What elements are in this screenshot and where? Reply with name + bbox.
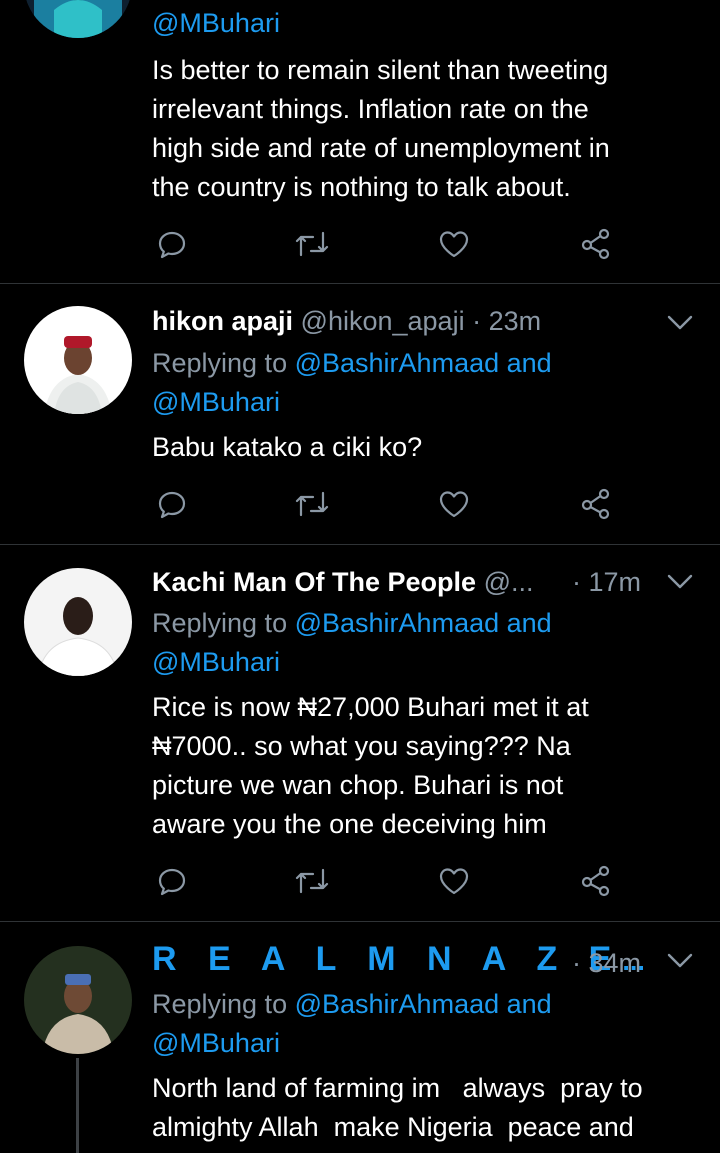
reply-icon[interactable] (152, 484, 192, 524)
chevron-down-icon[interactable] (664, 565, 696, 597)
tweet-text-line: Is better to remain silent than tweeting (152, 55, 609, 85)
tweet-text-line: aware you the one deceiving him (152, 809, 547, 839)
tweet-actions (152, 861, 622, 901)
timestamp[interactable]: · 17m (572, 565, 641, 599)
replying-to: Replying to @BashirAhmaad and (152, 346, 552, 380)
replying-mention-2[interactable]: @MBuhari (152, 645, 280, 679)
tweet-text: Rice is now ₦27,000 Buhari met it at ₦70… (152, 688, 697, 844)
avatar[interactable] (24, 946, 132, 1054)
handle[interactable]: @hikon_apaji (301, 306, 465, 336)
tweet-3[interactable]: R E A L M N A Z E... · 34m Replying to @… (0, 922, 720, 1153)
replying-mention-2[interactable]: @MBuhari (152, 1026, 280, 1060)
avatar[interactable] (24, 568, 132, 676)
replying-prefix: Replying to (152, 989, 288, 1019)
share-icon[interactable] (576, 861, 616, 901)
tweet-text: North land of farming im always pray to … (152, 1069, 697, 1147)
tweet-actions (152, 484, 622, 524)
tweet-text-line: high side and rate of unemployment in (152, 133, 610, 163)
replying-mentions[interactable]: @BashirAhmaad and (295, 348, 552, 378)
tweet-text-line: picture we wan chop. Buhari is not (152, 770, 564, 800)
tweet-0[interactable]: @MBuhari Is better to remain silent than… (0, 0, 720, 283)
tweet-text-line: the country is nothing to talk about. (152, 172, 571, 202)
tweet-1[interactable]: hikon apaji @hikon_apaji · 23m Replying … (0, 284, 720, 544)
replying-to: Replying to @BashirAhmaad and (152, 606, 552, 640)
handle[interactable]: @... (484, 567, 534, 597)
share-icon[interactable] (576, 484, 616, 524)
thread-line (76, 1058, 79, 1153)
retweet-icon[interactable] (292, 484, 332, 524)
reply-icon[interactable] (152, 861, 192, 901)
tweet-header: hikon apaji @hikon_apaji · 23m (152, 304, 700, 338)
tweet-text: Is better to remain silent than tweeting… (152, 51, 697, 207)
reply-icon[interactable] (152, 224, 192, 264)
avatar[interactable] (24, 0, 132, 38)
display-name[interactable]: Kachi Man Of The People (152, 567, 476, 597)
like-icon[interactable] (434, 224, 474, 264)
tweet-text-line: Rice is now ₦27,000 Buhari met it at (152, 692, 589, 722)
timestamp[interactable]: · 23m (472, 306, 541, 336)
tweet-text-line: ₦7000.. so what you saying??? Na (152, 731, 571, 761)
replying-prefix: Replying to (152, 608, 288, 638)
replying-mentions[interactable]: @BashirAhmaad and (295, 989, 552, 1019)
tweet-text: Babu katako a ciki ko? (152, 428, 697, 467)
tweet-text-line: almighty Allah make Nigeria peace and (152, 1112, 634, 1142)
tweet-header: Kachi Man Of The People @... · 17m (152, 565, 700, 599)
replying-prefix: Replying to (152, 348, 288, 378)
chevron-down-icon[interactable] (664, 944, 696, 976)
tweet-text-line: North land of farming im always pray to (152, 1073, 643, 1103)
share-icon[interactable] (576, 224, 616, 264)
tweet-2[interactable]: Kachi Man Of The People @... · 17m Reply… (0, 545, 720, 921)
tweet-text-line: Babu katako a ciki ko? (152, 432, 423, 462)
retweet-icon[interactable] (292, 861, 332, 901)
avatar[interactable] (24, 306, 132, 414)
display-name[interactable]: R E A L M N A Z E (152, 940, 622, 978)
chevron-down-icon[interactable] (664, 306, 696, 338)
replying-mentions[interactable]: @BashirAhmaad and (295, 608, 552, 638)
tweet-text-line: irrelevant things. Inflation rate on the (152, 94, 589, 124)
timestamp[interactable]: · 34m (572, 946, 641, 980)
replying-to: Replying to @BashirAhmaad and (152, 987, 552, 1021)
reply-mention[interactable]: @MBuhari (152, 6, 280, 40)
like-icon[interactable] (434, 484, 474, 524)
replying-mention-2[interactable]: @MBuhari (152, 385, 280, 419)
tweet-header: R E A L M N A Z E... · 34m (152, 942, 700, 978)
like-icon[interactable] (434, 861, 474, 901)
retweet-icon[interactable] (292, 224, 332, 264)
tweet-actions (152, 224, 622, 264)
display-name[interactable]: hikon apaji (152, 306, 293, 336)
